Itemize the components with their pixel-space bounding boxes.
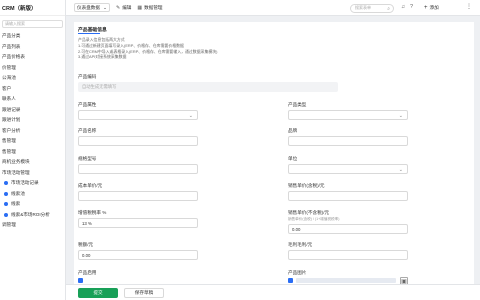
sidebar-item-customer[interactable]: 客户 — [0, 84, 65, 95]
sale-price-ex-field[interactable]: 0.00 — [288, 224, 408, 234]
section-title: 产品基础信息 — [78, 28, 107, 33]
sale-price-ex-label: 销售单价(不含税)/元 — [288, 210, 330, 215]
sidebar-item-sales-manage-2[interactable]: 售管理 — [0, 147, 65, 158]
sidebar-search-input[interactable]: 请输入搜索 — [2, 20, 63, 28]
status-checkbox[interactable] — [78, 278, 83, 283]
dot-icon — [4, 191, 8, 196]
help-icon[interactable]: ? — [410, 4, 413, 10]
sidebar: CRM（新版） 请输入搜索 产品分类 产品列表 产品价格表 价管理 公海池 客户… — [0, 0, 66, 300]
category-select[interactable]: ⌄ — [288, 110, 408, 120]
save-draft-button[interactable]: 保存草稿 — [124, 288, 164, 298]
workspace-dropdown[interactable]: 仪表盘数据 ⌄ — [74, 3, 110, 12]
sidebar-item-contact[interactable]: 联系人 — [0, 94, 65, 105]
topbar: 仪表盘数据 ⌄ ✎ 编辑 ▦ 数据管理 搜索表单 ⌕ ♫ ? + 添加 ⋮ — [66, 0, 480, 16]
tax-amount-field[interactable]: 0.00 — [78, 250, 198, 260]
image-label: 产品图片 — [288, 270, 307, 275]
sidebar-item-marketing[interactable]: 市场活动管理 — [0, 168, 65, 179]
sidebar-item-sales-manage[interactable]: 售管理 — [0, 136, 65, 147]
sidebar-item-lead-roi[interactable]: 线索&市场ROI分析 — [0, 210, 65, 221]
plus-icon: + — [424, 5, 428, 11]
sidebar-item-product-list[interactable]: 产品列表 — [0, 42, 65, 53]
section-underline — [78, 33, 100, 34]
image-upload-field[interactable] — [296, 278, 396, 283]
chevron-down-icon: ⌄ — [398, 112, 403, 119]
form-tips: 产品录入信息包括两大方式 1.可通过新建页面填写录入(ERP、价格存、仓库需要价… — [78, 37, 218, 60]
more-icon[interactable]: ⋮ — [466, 3, 472, 10]
image-checkbox[interactable] — [288, 278, 293, 283]
grid-icon: ▦ — [137, 4, 143, 11]
chevron-down-icon: ⌄ — [188, 112, 193, 119]
status-label: 产品启用 — [78, 270, 97, 275]
dot-icon — [4, 212, 8, 217]
sidebar-item-marketing-record[interactable]: 市场活动记录 — [0, 178, 65, 189]
bell-icon[interactable]: ♫ — [401, 4, 405, 10]
name-label: 产品名称 — [78, 128, 97, 133]
category-label: 产品类型 — [288, 102, 307, 107]
product-form-panel: 产品基础信息 产品录入信息包括两大方式 1.可通过新建页面填写录入(ERP、价格… — [74, 22, 474, 300]
pencil-icon: ✎ — [116, 4, 121, 11]
cost-field[interactable] — [78, 191, 198, 201]
tax-rate-field[interactable]: 13 % — [78, 218, 198, 228]
chevron-down-icon: ⌄ — [103, 4, 107, 10]
cost-label: 成本单价/元 — [78, 183, 103, 188]
sidebar-item-followup-record[interactable]: 跟进记录 — [0, 105, 65, 116]
model-field[interactable] — [78, 164, 198, 174]
sidebar-item-price-table[interactable]: 产品价格表 — [0, 52, 65, 63]
app-brand: CRM（新版） — [0, 0, 65, 16]
sidebar-item-price-manage[interactable]: 价管理 — [0, 63, 65, 74]
dot-icon — [4, 181, 8, 186]
code-field: 自动生成无需填写 — [78, 82, 338, 92]
gross-profit-label: 毛利毛利/元 — [288, 242, 313, 247]
sale-price-ex-hint: 销售单价(含税) / (1+增值税税率) — [288, 217, 340, 221]
dot-icon — [4, 202, 8, 207]
brand-label: 产品属性 — [78, 102, 97, 107]
sidebar-item-lead[interactable]: 线索 — [0, 199, 65, 210]
spec-field[interactable] — [288, 136, 408, 146]
gross-profit-field[interactable] — [288, 250, 408, 260]
model-label: 规格型号 — [78, 156, 97, 161]
submit-button[interactable]: 提交 — [78, 288, 118, 298]
sidebar-item-research[interactable]: 调管理 — [0, 220, 65, 231]
code-label: 产品编码 — [78, 74, 97, 79]
sidebar-item-customer-analysis[interactable]: 客户分析 — [0, 126, 65, 137]
data-manage-button[interactable]: ▦ 数据管理 — [137, 5, 162, 11]
search-input[interactable]: 搜索表单 ⌕ — [350, 3, 394, 13]
sidebar-item-lead-pool[interactable]: 线索池 — [0, 189, 65, 200]
chevron-down-icon: ⌄ — [398, 166, 403, 173]
sidebar-item-followup-plan[interactable]: 跟进计划 — [0, 115, 65, 126]
sidebar-item-public-pool[interactable]: 公海池 — [0, 73, 65, 84]
tax-rate-label: 增值税税率 % — [78, 210, 107, 215]
sidebar-item-product-category[interactable]: 产品分类 — [0, 31, 65, 42]
sale-price-label: 销售单价(含税)/元 — [288, 183, 325, 188]
brand-select[interactable]: ⌄ — [78, 110, 198, 120]
sidebar-item-opportunity[interactable]: 商机业务模块 — [0, 157, 65, 168]
sale-price-field[interactable] — [288, 191, 408, 201]
edit-button[interactable]: ✎ 编辑 — [116, 5, 131, 11]
search-icon: ⌕ — [387, 5, 390, 12]
footer-bar: 提交 保存草稿 — [66, 284, 480, 300]
unit-select[interactable]: ⌄ — [288, 164, 408, 174]
tax-amount-label: 税额/元 — [78, 242, 94, 247]
spec-label: 品牌 — [288, 128, 298, 133]
unit-label: 单位 — [288, 156, 298, 161]
name-field[interactable] — [78, 136, 198, 146]
add-button[interactable]: + 添加 — [424, 4, 439, 13]
